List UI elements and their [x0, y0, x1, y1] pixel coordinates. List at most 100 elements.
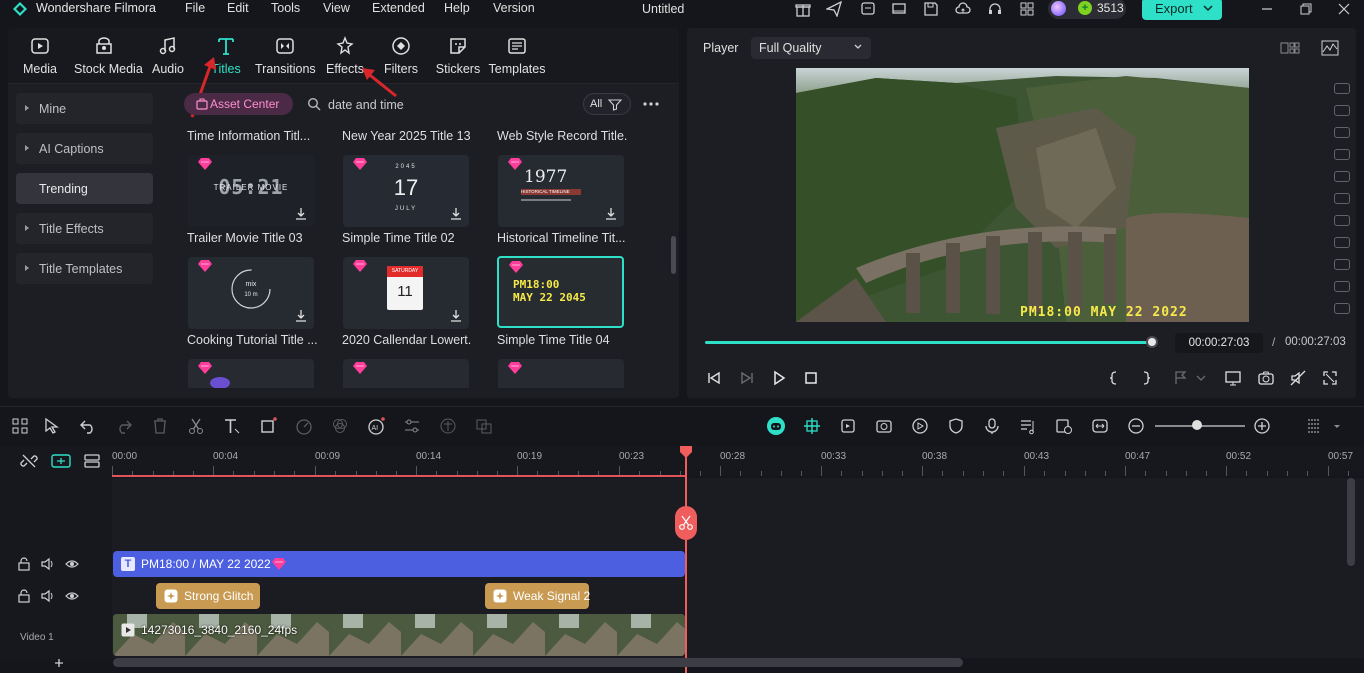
- marker-slot[interactable]: [1334, 127, 1350, 138]
- layout-grid-icon[interactable]: [11, 417, 29, 435]
- video-preview[interactable]: [796, 68, 1249, 322]
- redo-icon[interactable]: [115, 417, 133, 435]
- text-tool-icon[interactable]: [223, 417, 241, 435]
- snap-icon[interactable]: [803, 417, 821, 435]
- menu-file[interactable]: File: [185, 1, 205, 15]
- headset-icon[interactable]: [987, 1, 1003, 17]
- previous-frame-icon[interactable]: [706, 370, 722, 386]
- timeline-horizontal-scrollbar[interactable]: [113, 658, 963, 667]
- title-clip[interactable]: T PM18:00 / MAY 22 2022: [113, 551, 685, 577]
- title-card-simple-time-04[interactable]: PM18:00 MAY 22 2045: [497, 256, 624, 328]
- marker-icon[interactable]: [1172, 370, 1188, 386]
- timeline-vertical-scrollbar[interactable]: [1347, 478, 1355, 566]
- lock-icon[interactable]: [17, 557, 31, 571]
- marker-slot[interactable]: [1334, 105, 1350, 116]
- download-icon[interactable]: [294, 207, 308, 221]
- add-icon[interactable]: [52, 656, 66, 670]
- effect-clip-weak-signal-2[interactable]: Weak Signal 2: [485, 583, 590, 609]
- link-off-icon[interactable]: [20, 452, 38, 470]
- menu-version[interactable]: Version: [493, 1, 535, 15]
- stop-icon[interactable]: [803, 370, 819, 386]
- save-icon[interactable]: [923, 1, 939, 17]
- display-mode-icon[interactable]: [1225, 370, 1241, 386]
- title-card-cooking-tutorial[interactable]: mix 10 m: [188, 257, 314, 329]
- playhead-handle[interactable]: [680, 446, 692, 458]
- color-icon[interactable]: [331, 417, 349, 435]
- undo-icon[interactable]: [79, 417, 97, 435]
- auto-reframe-icon[interactable]: [839, 417, 857, 435]
- cloud-upload-icon[interactable]: [955, 1, 971, 17]
- restore-icon[interactable]: [1298, 1, 1314, 17]
- marker-slot[interactable]: [1334, 149, 1350, 160]
- tab-templates[interactable]: Templates: [487, 36, 547, 80]
- layout-icon[interactable]: [1280, 41, 1300, 55]
- sidebar-item-trending[interactable]: Trending: [16, 173, 153, 204]
- chevron-down-icon[interactable]: [1195, 370, 1207, 386]
- scopes-icon[interactable]: [1321, 40, 1339, 56]
- next-frame-icon[interactable]: [739, 370, 755, 386]
- timeline-options-icon[interactable]: [1305, 417, 1323, 435]
- close-icon[interactable]: [1336, 1, 1352, 17]
- export-button[interactable]: Export: [1142, 0, 1222, 20]
- adjust-icon[interactable]: [403, 417, 421, 435]
- menu-edit[interactable]: Edit: [227, 1, 249, 15]
- playhead[interactable]: [685, 452, 687, 673]
- render-preview-icon[interactable]: [911, 417, 929, 435]
- display-icon[interactable]: [891, 1, 907, 17]
- shield-icon[interactable]: [947, 417, 965, 435]
- effect-clip-strong-glitch[interactable]: Strong Glitch: [156, 583, 260, 609]
- sidebar-item-title-effects[interactable]: Title Effects: [16, 213, 153, 244]
- title-card-2020-calendar[interactable]: SATURDAY 11: [343, 257, 469, 329]
- subtitle-icon[interactable]: [475, 417, 493, 435]
- microphone-icon[interactable]: [983, 417, 1001, 435]
- chevron-down-icon[interactable]: [1202, 1, 1214, 15]
- play-icon[interactable]: [771, 370, 787, 386]
- speaker-icon[interactable]: [41, 589, 55, 603]
- minimize-icon[interactable]: [1259, 1, 1275, 17]
- marker-slot[interactable]: [1334, 303, 1350, 314]
- translate-icon[interactable]: [439, 417, 457, 435]
- ai-video-icon[interactable]: [875, 417, 893, 435]
- menu-extended[interactable]: Extended: [372, 1, 425, 15]
- feedback-icon[interactable]: [860, 1, 876, 17]
- speaker-icon[interactable]: [41, 557, 55, 571]
- volume-mute-icon[interactable]: [1290, 370, 1306, 386]
- title-card-simple-time-02[interactable]: 2045 17 JULY: [343, 155, 469, 227]
- title-card-partial[interactable]: [188, 359, 314, 388]
- speed-icon[interactable]: [295, 417, 313, 435]
- mark-out-icon[interactable]: [1138, 370, 1154, 386]
- track-manager-icon[interactable]: [83, 453, 101, 469]
- audio-mixer-icon[interactable]: [1019, 417, 1037, 435]
- quality-select[interactable]: Full Quality: [751, 37, 871, 59]
- tab-stickers[interactable]: Stickers: [428, 36, 488, 80]
- eye-icon[interactable]: [65, 557, 79, 571]
- gift-icon[interactable]: [795, 1, 811, 17]
- zoom-slider-handle[interactable]: [1192, 420, 1202, 430]
- delete-icon[interactable]: [151, 417, 169, 435]
- sidebar-item-mine[interactable]: Mine: [16, 93, 153, 124]
- ai-tool-icon[interactable]: AI: [367, 417, 385, 435]
- marker-slot[interactable]: [1334, 237, 1350, 248]
- sidebar-item-ai-captions[interactable]: AI Captions: [16, 133, 153, 164]
- download-icon[interactable]: [604, 207, 618, 221]
- apps-grid-icon[interactable]: [1019, 1, 1035, 17]
- add-track-icon[interactable]: [51, 453, 71, 469]
- more-options-icon[interactable]: [641, 96, 661, 112]
- title-card-trailer-movie-03[interactable]: 05:21 TRAILER MOVIE: [188, 155, 314, 227]
- fullscreen-icon[interactable]: [1322, 370, 1338, 386]
- download-icon[interactable]: [449, 309, 463, 323]
- playback-progress-bar[interactable]: [705, 341, 1153, 344]
- title-card-partial[interactable]: [498, 359, 624, 388]
- menu-tools[interactable]: Tools: [271, 1, 300, 15]
- eye-icon[interactable]: [65, 589, 79, 603]
- snapshot-icon[interactable]: [1258, 370, 1274, 386]
- title-card-historical-timeline[interactable]: 1977 HISTORICAL TIMELINE: [498, 155, 624, 227]
- ai-companion-icon[interactable]: [766, 416, 786, 436]
- video-clip[interactable]: 14273016_3840_2160_24fps: [113, 614, 685, 656]
- zoom-out-icon[interactable]: [1127, 417, 1145, 435]
- tab-stock-media[interactable]: Stock Media: [74, 36, 143, 80]
- download-icon[interactable]: [449, 207, 463, 221]
- marker-slot[interactable]: [1334, 83, 1350, 94]
- title-card-partial[interactable]: [343, 359, 469, 388]
- credits-badge[interactable]: + 3513: [1048, 0, 1126, 19]
